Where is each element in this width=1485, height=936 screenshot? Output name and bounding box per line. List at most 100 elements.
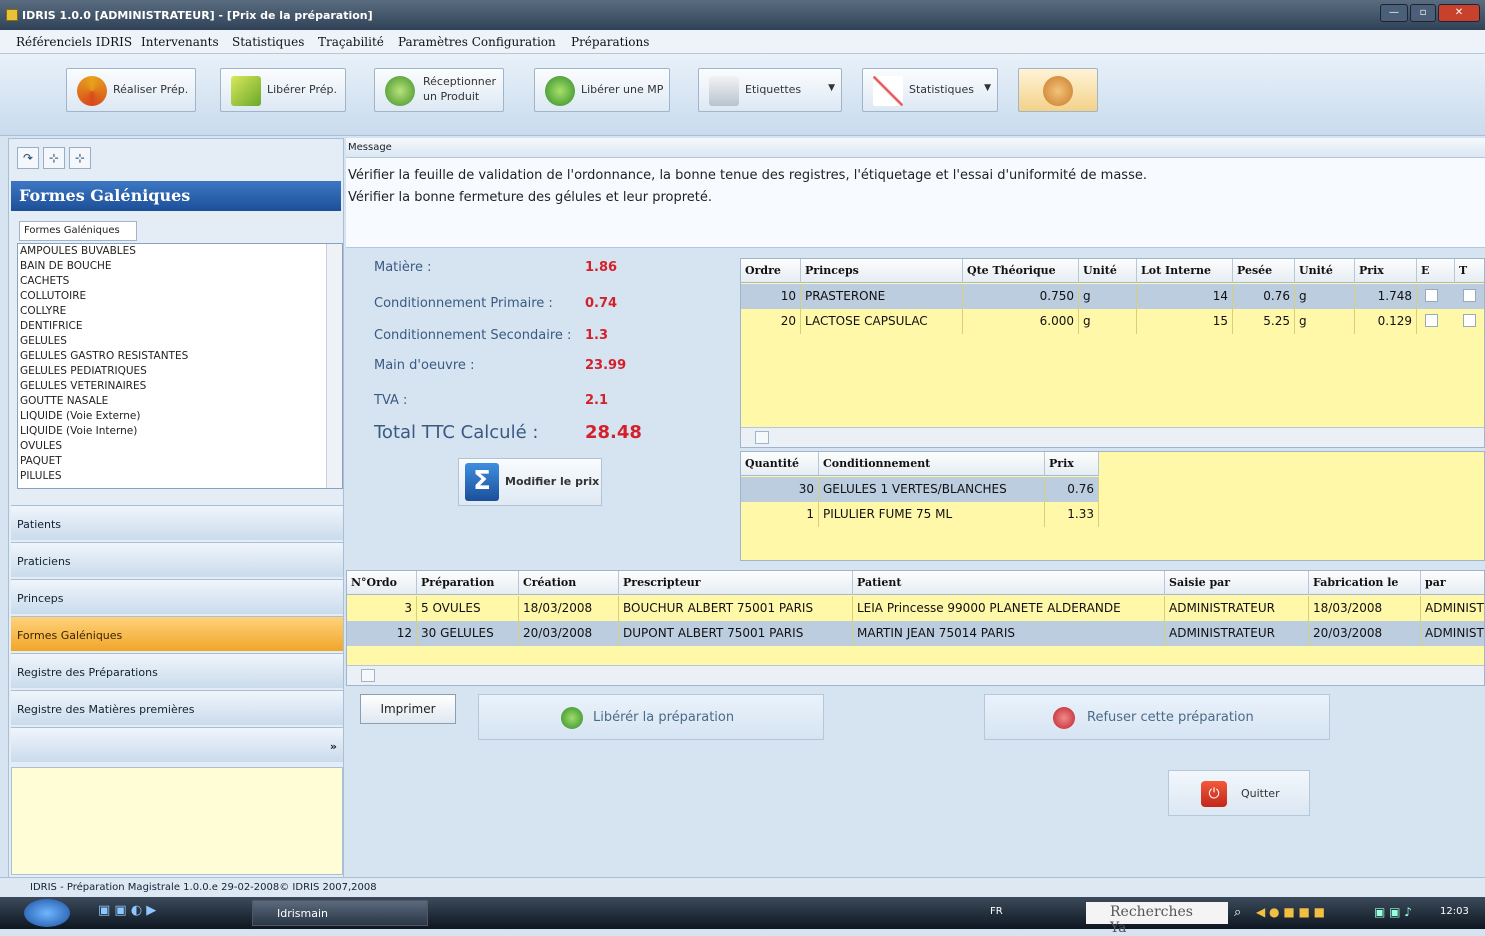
menu-preparations[interactable]: Préparations [571, 35, 649, 49]
taskbar-app-idrismain[interactable]: Idrismain [252, 900, 428, 926]
col-prix[interactable]: Prix [1355, 259, 1417, 283]
status-bar: IDRIS - Préparation Magistrale 1.0.0.e 2… [0, 877, 1485, 897]
chart-icon [873, 76, 903, 106]
formes-galeniques-list[interactable]: AMPOULES BUVABLES BAIN DE BOUCHE CACHETS… [17, 243, 343, 489]
list-item[interactable]: GELULES GASTRO RESISTANTES [20, 349, 342, 364]
list-item[interactable]: DENTIFRICE [20, 319, 342, 334]
col-e[interactable]: E [1417, 259, 1455, 283]
nav-princeps[interactable]: Princeps [11, 579, 343, 614]
table-row[interactable]: 1 PILULIER FUME 75 ML 1.33 [741, 502, 1099, 527]
col-t[interactable]: T [1455, 259, 1484, 283]
col-unite-2[interactable]: Unité [1295, 259, 1355, 283]
refuser-preparation-button[interactable]: Refuser cette préparation [984, 694, 1330, 740]
liberer-prep-button[interactable]: Libérer Prép. [220, 68, 346, 112]
menu-tracabilite[interactable]: Traçabilité [318, 35, 384, 49]
col-patient[interactable]: Patient [853, 571, 1165, 595]
list-item[interactable]: GELULES [20, 334, 342, 349]
col-ordre[interactable]: Ordre [741, 259, 801, 283]
menu-referenciels[interactable]: Référenciels IDRIS [16, 35, 132, 49]
col-qte-theorique[interactable]: Qte Théorique [963, 259, 1079, 283]
liberer-preparation-button[interactable]: Libérér la préparation [478, 694, 824, 740]
col-prix[interactable]: Prix [1045, 452, 1099, 476]
col-saisie-par[interactable]: Saisie par [1165, 571, 1309, 595]
table-row[interactable]: 30 GELULES 1 VERTES/BLANCHES 0.76 [741, 477, 1099, 502]
tray-icons[interactable]: ◀ ● ■ ■ ■ [1256, 905, 1325, 919]
list-item[interactable]: CACHETS [20, 274, 342, 289]
nav-registre-matieres[interactable]: Registre des Matières premières [11, 690, 343, 725]
scroll-thumb[interactable] [361, 669, 375, 682]
menu-statistiques[interactable]: Statistiques [232, 35, 304, 49]
receptionner-produit-button[interactable]: Réceptionner un Produit [374, 68, 504, 112]
list-item[interactable]: LIQUIDE (Voie Externe) [20, 409, 342, 424]
nav-praticiens[interactable]: Praticiens [11, 542, 343, 577]
checkbox-t[interactable] [1463, 289, 1476, 302]
table-row[interactable]: 20 LACTOSE CAPSULAC 6.000 g 15 5.25 g 0.… [741, 309, 1484, 334]
check-pencil-icon [231, 76, 261, 106]
realiser-prep-button[interactable]: Réaliser Prép. [66, 68, 196, 112]
list-item[interactable]: OVULES [20, 439, 342, 454]
tva-value: 2.1 [585, 393, 609, 408]
col-preparation[interactable]: Préparation [417, 571, 519, 595]
chevron-down-icon: ▼ [984, 83, 991, 93]
quick-launch-icons[interactable]: ▣ ▣ ◐ ▶ [98, 903, 208, 923]
search-icon[interactable]: ⌕ [1234, 905, 1241, 920]
minimize-button[interactable]: — [1380, 4, 1408, 22]
horizontal-scrollbar[interactable] [741, 427, 1484, 447]
tab-formes-galeniques[interactable]: Formes Galéniques [19, 221, 137, 241]
menu-parametres[interactable]: Paramètres Configuration [398, 35, 556, 49]
quitter-button[interactable]: ⏻ Quitter [1168, 770, 1310, 816]
checkbox-t[interactable] [1463, 314, 1476, 327]
nav-formes-galeniques[interactable]: Formes Galéniques [11, 616, 343, 651]
checkbox-e[interactable] [1425, 289, 1438, 302]
horizontal-scrollbar[interactable] [347, 665, 1484, 685]
col-conditionnement[interactable]: Conditionnement [819, 452, 1045, 476]
liberer-mp-button[interactable]: Libérer une MP [534, 68, 670, 112]
notes-area[interactable] [11, 767, 343, 875]
nav-patients[interactable]: Patients [11, 505, 343, 540]
col-quantite[interactable]: Quantité [741, 452, 819, 476]
list-item[interactable]: AMPOULES BUVABLES [20, 244, 342, 259]
users-button[interactable] [1018, 68, 1098, 112]
table-row[interactable]: 3 5 OVULES 18/03/2008 BOUCHUR ALBERT 750… [347, 596, 1484, 621]
menu-intervenants[interactable]: Intervenants [141, 35, 219, 49]
start-button[interactable] [24, 899, 70, 927]
list-item[interactable]: COLLYRE [20, 304, 342, 319]
etiquettes-button[interactable]: Etiquettes ▼ [698, 68, 842, 112]
col-princeps[interactable]: Princeps [801, 259, 963, 283]
tree-expand-icon[interactable]: ⊹ [43, 147, 65, 169]
list-item[interactable]: COLLUTOIRE [20, 289, 342, 304]
checkbox-e[interactable] [1425, 314, 1438, 327]
scroll-thumb[interactable] [755, 431, 769, 444]
col-nordo[interactable]: N°Ordo [347, 571, 417, 595]
col-unite[interactable]: Unité [1079, 259, 1137, 283]
search-box[interactable]: Recherches Ya [1086, 902, 1228, 936]
col-prescripteur[interactable]: Prescripteur [619, 571, 853, 595]
list-scrollbar[interactable] [326, 244, 342, 488]
list-item[interactable]: PILULES [20, 469, 342, 484]
list-item[interactable]: PAQUET [20, 454, 342, 469]
table-row[interactable]: 10 PRASTERONE 0.750 g 14 0.76 g 1.748 [741, 284, 1484, 309]
close-button[interactable]: ✕ [1438, 4, 1480, 22]
tva-label: TVA : [374, 393, 408, 408]
table-row[interactable]: 12 30 GELULES 20/03/2008 DUPONT ALBERT 7… [347, 621, 1484, 646]
modifier-prix-button[interactable]: Σ Modifier le prix [458, 458, 602, 506]
statistiques-button[interactable]: Statistiques ▼ [862, 68, 998, 112]
col-fabrication[interactable]: Fabrication le [1309, 571, 1421, 595]
col-par[interactable]: par [1421, 571, 1484, 595]
col-lot-interne[interactable]: Lot Interne [1137, 259, 1233, 283]
list-item[interactable]: GOUTTE NASALE [20, 394, 342, 409]
list-item[interactable]: GELULES VETERINAIRES [20, 379, 342, 394]
list-item[interactable]: GELULES PEDIATRIQUES [20, 364, 342, 379]
list-item[interactable]: BAIN DE BOUCHE [20, 259, 342, 274]
imprimer-button[interactable]: Imprimer [360, 694, 456, 724]
nav-expand-chevron-icon[interactable]: » [11, 727, 343, 762]
language-indicator[interactable]: FR [990, 906, 1003, 917]
network-icon[interactable]: ▣ ▣ ♪ [1374, 905, 1412, 919]
list-item[interactable]: LIQUIDE (Voie Interne) [20, 424, 342, 439]
col-creation[interactable]: Création [519, 571, 619, 595]
tree-collapse-icon[interactable]: ⊹ [69, 147, 91, 169]
col-pesee[interactable]: Pesée [1233, 259, 1295, 283]
refresh-icon[interactable]: ↷ [17, 147, 39, 169]
nav-registre-preparations[interactable]: Registre des Préparations [11, 653, 343, 688]
maximize-button[interactable]: ▫ [1410, 4, 1436, 22]
